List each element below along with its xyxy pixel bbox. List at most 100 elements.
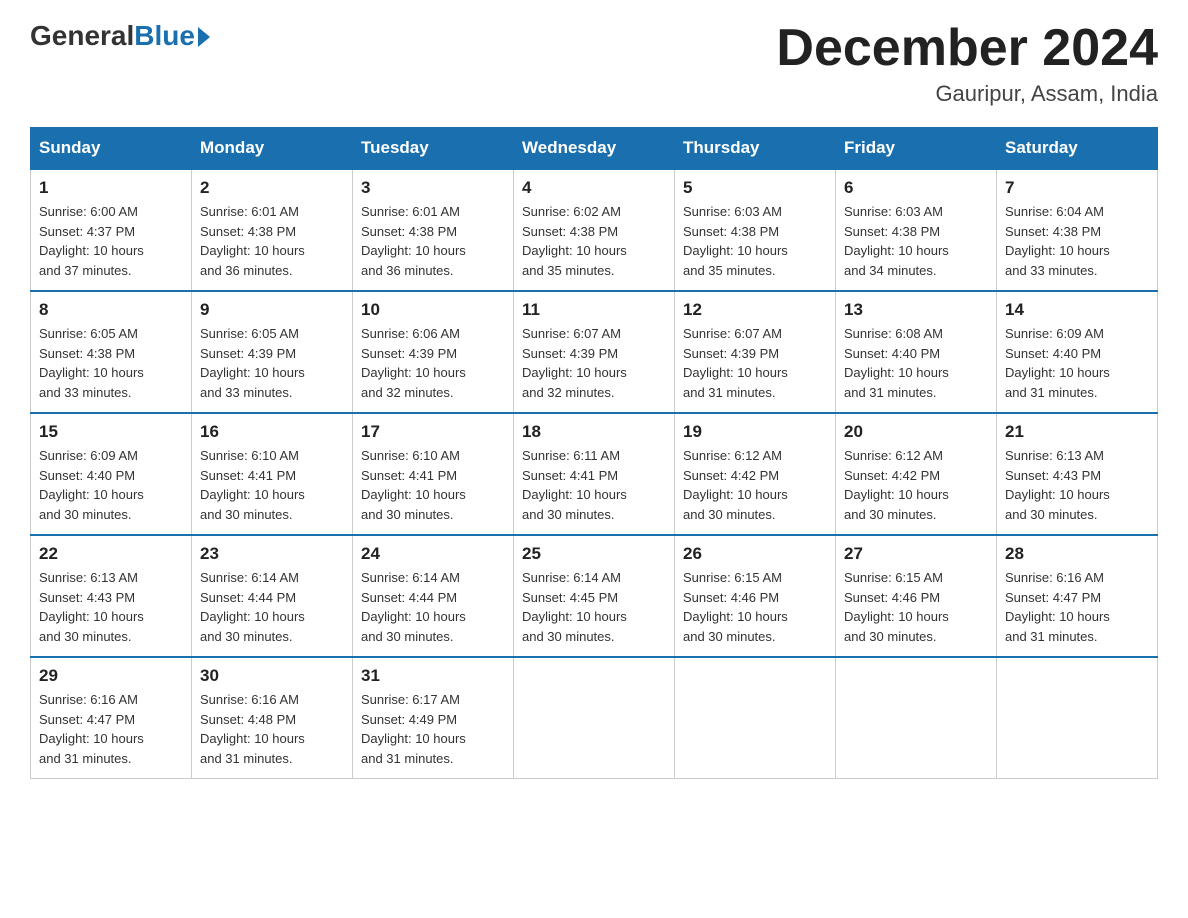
calendar-cell: 24 Sunrise: 6:14 AM Sunset: 4:44 PM Dayli…: [353, 535, 514, 657]
day-info: Sunrise: 6:03 AM Sunset: 4:38 PM Dayligh…: [844, 202, 988, 280]
logo-general-text: General: [30, 20, 134, 52]
day-number: 31: [361, 666, 505, 686]
calendar-cell: 16 Sunrise: 6:10 AM Sunset: 4:41 PM Dayli…: [192, 413, 353, 535]
day-number: 4: [522, 178, 666, 198]
calendar-cell: 5 Sunrise: 6:03 AM Sunset: 4:38 PM Daylig…: [675, 169, 836, 291]
day-number: 3: [361, 178, 505, 198]
day-number: 21: [1005, 422, 1149, 442]
header-cell-monday: Monday: [192, 128, 353, 170]
calendar-cell: 27Sunrise: 6:15 AM Sunset: 4:46 PM Dayli…: [836, 535, 997, 657]
day-number: 14: [1005, 300, 1149, 320]
calendar-cell: 26 Sunrise: 6:15 AM Sunset: 4:46 PM Dayli…: [675, 535, 836, 657]
day-number: 5: [683, 178, 827, 198]
day-info: Sunrise: 6:07 AM Sunset: 4:39 PM Dayligh…: [522, 324, 666, 402]
month-title: December 2024: [776, 20, 1158, 77]
day-number: 17: [361, 422, 505, 442]
calendar-cell: 14 Sunrise: 6:09 AM Sunset: 4:40 PM Dayli…: [997, 291, 1158, 413]
calendar-cell: 20 Sunrise: 6:12 AM Sunset: 4:42 PM Dayli…: [836, 413, 997, 535]
day-info: Sunrise: 6:13 AM Sunset: 4:43 PM Dayligh…: [1005, 446, 1149, 524]
calendar-cell: 2 Sunrise: 6:01 AM Sunset: 4:38 PM Daylig…: [192, 169, 353, 291]
calendar-cell: 22Sunrise: 6:13 AM Sunset: 4:43 PM Dayli…: [31, 535, 192, 657]
calendar-cell: 23Sunrise: 6:14 AM Sunset: 4:44 PM Dayli…: [192, 535, 353, 657]
day-info: Sunrise: 6:01 AM Sunset: 4:38 PM Dayligh…: [200, 202, 344, 280]
logo: General Blue: [30, 20, 210, 52]
calendar-cell: 3 Sunrise: 6:01 AM Sunset: 4:38 PM Daylig…: [353, 169, 514, 291]
day-info: Sunrise: 6:12 AM Sunset: 4:42 PM Dayligh…: [844, 446, 988, 524]
day-info: Sunrise: 6:06 AM Sunset: 4:39 PM Dayligh…: [361, 324, 505, 402]
calendar-cell: 4 Sunrise: 6:02 AM Sunset: 4:38 PM Daylig…: [514, 169, 675, 291]
calendar-cell: [675, 657, 836, 779]
header-cell-sunday: Sunday: [31, 128, 192, 170]
calendar-cell: 1 Sunrise: 6:00 AM Sunset: 4:37 PM Daylig…: [31, 169, 192, 291]
day-number: 6: [844, 178, 988, 198]
logo-blue-part: Blue: [134, 20, 210, 52]
day-info: Sunrise: 6:11 AM Sunset: 4:41 PM Dayligh…: [522, 446, 666, 524]
day-info: Sunrise: 6:15 AM Sunset: 4:46 PM Dayligh…: [683, 568, 827, 646]
day-info: Sunrise: 6:01 AM Sunset: 4:38 PM Dayligh…: [361, 202, 505, 280]
calendar-body: 1 Sunrise: 6:00 AM Sunset: 4:37 PM Daylig…: [31, 169, 1158, 779]
day-info: Sunrise: 6:16 AM Sunset: 4:47 PM Dayligh…: [39, 690, 183, 768]
calendar-cell: 29 Sunrise: 6:16 AM Sunset: 4:47 PM Dayli…: [31, 657, 192, 779]
day-number: 16: [200, 422, 344, 442]
day-number: 10: [361, 300, 505, 320]
day-info: Sunrise: 6:05 AM Sunset: 4:38 PM Dayligh…: [39, 324, 183, 402]
header-cell-wednesday: Wednesday: [514, 128, 675, 170]
day-info: Sunrise: 6:08 AM Sunset: 4:40 PM Dayligh…: [844, 324, 988, 402]
calendar-cell: 31 Sunrise: 6:17 AM Sunset: 4:49 PM Dayli…: [353, 657, 514, 779]
calendar-cell: 11 Sunrise: 6:07 AM Sunset: 4:39 PM Dayli…: [514, 291, 675, 413]
day-number: 1: [39, 178, 183, 198]
calendar-cell: 10 Sunrise: 6:06 AM Sunset: 4:39 PM Dayli…: [353, 291, 514, 413]
week-row-1: 1 Sunrise: 6:00 AM Sunset: 4:37 PM Daylig…: [31, 169, 1158, 291]
calendar-cell: 21 Sunrise: 6:13 AM Sunset: 4:43 PM Dayli…: [997, 413, 1158, 535]
day-info: Sunrise: 6:09 AM Sunset: 4:40 PM Dayligh…: [39, 446, 183, 524]
title-block: December 2024 Gauripur, Assam, India: [776, 20, 1158, 107]
day-number: 26: [683, 544, 827, 564]
day-info: Sunrise: 6:15 AM Sunset: 4:46 PM Dayligh…: [844, 568, 988, 646]
day-info: Sunrise: 6:10 AM Sunset: 4:41 PM Dayligh…: [200, 446, 344, 524]
calendar-cell: [836, 657, 997, 779]
calendar-cell: 30 Sunrise: 6:16 AM Sunset: 4:48 PM Dayli…: [192, 657, 353, 779]
week-row-3: 15Sunrise: 6:09 AM Sunset: 4:40 PM Dayli…: [31, 413, 1158, 535]
day-info: Sunrise: 6:16 AM Sunset: 4:47 PM Dayligh…: [1005, 568, 1149, 646]
header-cell-friday: Friday: [836, 128, 997, 170]
day-info: Sunrise: 6:17 AM Sunset: 4:49 PM Dayligh…: [361, 690, 505, 768]
calendar-cell: 15Sunrise: 6:09 AM Sunset: 4:40 PM Dayli…: [31, 413, 192, 535]
day-info: Sunrise: 6:04 AM Sunset: 4:38 PM Dayligh…: [1005, 202, 1149, 280]
day-number: 11: [522, 300, 666, 320]
day-info: Sunrise: 6:02 AM Sunset: 4:38 PM Dayligh…: [522, 202, 666, 280]
day-info: Sunrise: 6:13 AM Sunset: 4:43 PM Dayligh…: [39, 568, 183, 646]
calendar-cell: 17Sunrise: 6:10 AM Sunset: 4:41 PM Dayli…: [353, 413, 514, 535]
calendar-cell: 8 Sunrise: 6:05 AM Sunset: 4:38 PM Daylig…: [31, 291, 192, 413]
calendar-header: SundayMondayTuesdayWednesdayThursdayFrid…: [31, 128, 1158, 170]
day-number: 12: [683, 300, 827, 320]
calendar-cell: 28Sunrise: 6:16 AM Sunset: 4:47 PM Dayli…: [997, 535, 1158, 657]
calendar-table: SundayMondayTuesdayWednesdayThursdayFrid…: [30, 127, 1158, 779]
day-info: Sunrise: 6:09 AM Sunset: 4:40 PM Dayligh…: [1005, 324, 1149, 402]
day-info: Sunrise: 6:00 AM Sunset: 4:37 PM Dayligh…: [39, 202, 183, 280]
logo-blue-text: Blue: [134, 20, 195, 52]
day-number: 20: [844, 422, 988, 442]
logo-arrow-icon: [198, 27, 210, 47]
day-number: 29: [39, 666, 183, 686]
day-number: 8: [39, 300, 183, 320]
day-info: Sunrise: 6:03 AM Sunset: 4:38 PM Dayligh…: [683, 202, 827, 280]
day-number: 19: [683, 422, 827, 442]
location-text: Gauripur, Assam, India: [776, 81, 1158, 107]
day-info: Sunrise: 6:14 AM Sunset: 4:44 PM Dayligh…: [361, 568, 505, 646]
header-cell-tuesday: Tuesday: [353, 128, 514, 170]
week-row-4: 22Sunrise: 6:13 AM Sunset: 4:43 PM Dayli…: [31, 535, 1158, 657]
calendar-cell: 25Sunrise: 6:14 AM Sunset: 4:45 PM Dayli…: [514, 535, 675, 657]
day-number: 2: [200, 178, 344, 198]
calendar-cell: 12 Sunrise: 6:07 AM Sunset: 4:39 PM Dayli…: [675, 291, 836, 413]
day-info: Sunrise: 6:16 AM Sunset: 4:48 PM Dayligh…: [200, 690, 344, 768]
calendar-cell: 9Sunrise: 6:05 AM Sunset: 4:39 PM Daylig…: [192, 291, 353, 413]
day-info: Sunrise: 6:07 AM Sunset: 4:39 PM Dayligh…: [683, 324, 827, 402]
day-info: Sunrise: 6:14 AM Sunset: 4:44 PM Dayligh…: [200, 568, 344, 646]
week-row-5: 29 Sunrise: 6:16 AM Sunset: 4:47 PM Dayli…: [31, 657, 1158, 779]
day-number: 9: [200, 300, 344, 320]
day-number: 30: [200, 666, 344, 686]
page-header: General Blue December 2024 Gauripur, Ass…: [30, 20, 1158, 107]
calendar-cell: 18Sunrise: 6:11 AM Sunset: 4:41 PM Dayli…: [514, 413, 675, 535]
day-number: 24: [361, 544, 505, 564]
header-row: SundayMondayTuesdayWednesdayThursdayFrid…: [31, 128, 1158, 170]
